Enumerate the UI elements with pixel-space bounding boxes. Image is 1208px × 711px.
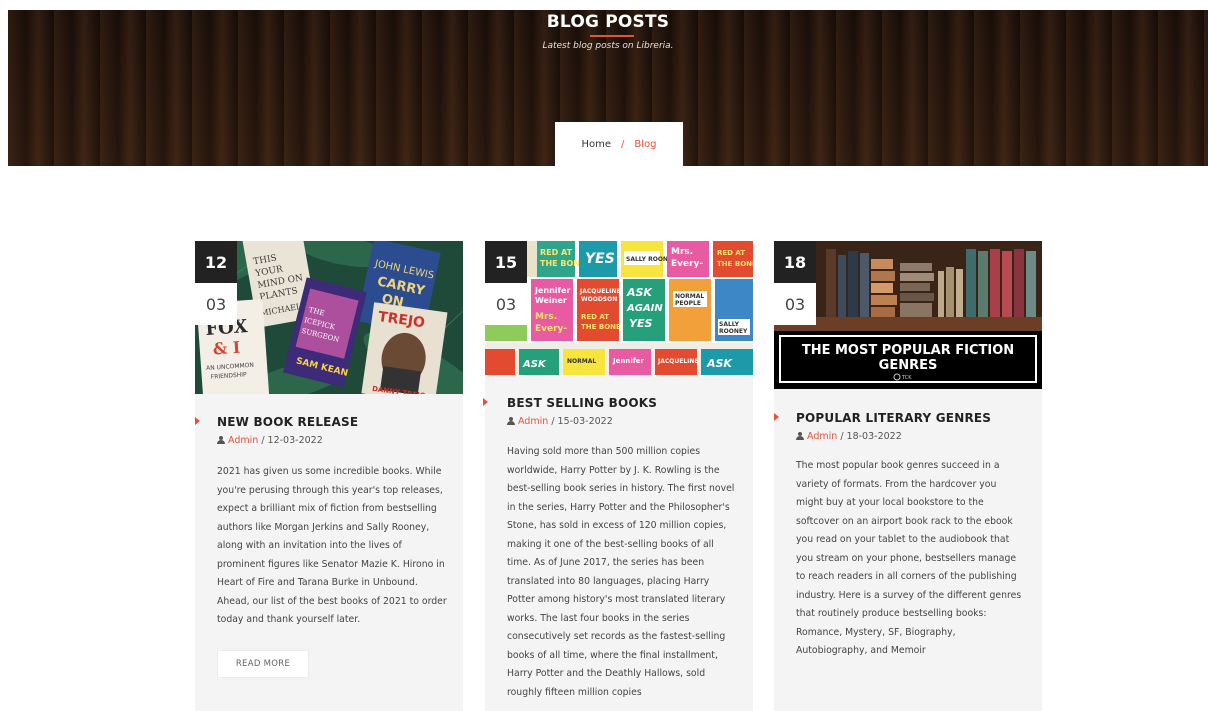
post-date: / 18-03-2022 [840, 431, 902, 442]
post-meta: Admin / 15-03-2022 [507, 416, 613, 427]
svg-text:YES: YES [629, 317, 652, 330]
post-excerpt: The most popular book genres succeed in … [796, 460, 1022, 656]
post-meta: Admin / 12-03-2022 [217, 435, 323, 446]
post-date-day: 15 [485, 241, 527, 283]
title-arrow-icon [774, 413, 779, 421]
post-title[interactable]: POPULAR LITERARY GENRES [796, 411, 991, 425]
svg-text:PEOPLE: PEOPLE [675, 300, 701, 307]
breadcrumb: Home / Blog [555, 122, 683, 166]
post-excerpt: Having sold more than 500 million copies… [507, 446, 735, 698]
image-brand-text: TCK [901, 375, 912, 381]
svg-text:Mrs.: Mrs. [671, 247, 693, 257]
svg-text:THE BONE: THE BONE [540, 259, 585, 268]
blog-card: THIS YOUR MIND ON PLANTS MICHAEL JOHN LE… [195, 241, 463, 711]
svg-text:Every-: Every- [671, 259, 703, 269]
post-image[interactable]: RED AT THE BONE YES SALLY ROONEY Mrs. Ev… [485, 241, 753, 375]
post-date-day: 18 [774, 241, 816, 283]
blog-card: THE MOST POPULAR FICTION GENRES TCK 18 0… [774, 241, 1042, 711]
user-icon [507, 417, 515, 425]
svg-text:NORMAL: NORMAL [567, 358, 596, 365]
svg-text:ASK: ASK [522, 359, 547, 370]
title-arrow-icon [483, 398, 488, 406]
post-image[interactable]: THIS YOUR MIND ON PLANTS MICHAEL JOHN LE… [195, 241, 463, 394]
svg-text:& I: & I [212, 338, 241, 359]
svg-text:SALLY: SALLY [719, 321, 740, 328]
svg-text:RED AT: RED AT [717, 249, 745, 257]
svg-text:THE BONE: THE BONE [581, 323, 621, 331]
post-author-link[interactable]: Admin [807, 431, 837, 442]
svg-text:THE BONE: THE BONE [717, 260, 753, 268]
page-title: BLOG POSTS [546, 12, 670, 32]
svg-text:Jennifer: Jennifer [612, 357, 645, 365]
svg-text:ASK: ASK [626, 286, 653, 299]
blog-card: RED AT THE BONE YES SALLY ROONEY Mrs. Ev… [483, 241, 753, 711]
svg-text:RED AT: RED AT [581, 313, 609, 321]
svg-text:NORMAL: NORMAL [675, 293, 704, 300]
post-excerpt: 2021 has given us some incredible books.… [217, 466, 447, 625]
svg-text:YES: YES [585, 251, 615, 267]
post-image[interactable]: THE MOST POPULAR FICTION GENRES TCK 18 0… [774, 241, 1042, 389]
svg-text:JACQUELINE: JACQUELINE [657, 358, 699, 365]
post-author-link[interactable]: Admin [518, 416, 548, 427]
svg-text:AGAIN: AGAIN [626, 303, 663, 314]
svg-text:JACQUELINE: JACQUELINE [579, 288, 621, 295]
post-title[interactable]: NEW BOOK RELEASE [217, 415, 358, 429]
post-date: / 12-03-2022 [261, 435, 323, 446]
post-meta: Admin / 18-03-2022 [796, 431, 902, 442]
breadcrumb-separator: / [621, 138, 625, 150]
svg-text:Every-: Every- [535, 324, 567, 334]
post-date-month: 03 [485, 283, 527, 325]
post-date-month: 03 [195, 283, 237, 325]
svg-text:Jennifer: Jennifer [534, 286, 570, 295]
svg-text:ASK: ASK [706, 357, 733, 370]
breadcrumb-current: Blog [634, 138, 657, 150]
post-date-day: 12 [195, 241, 237, 283]
user-icon [796, 432, 804, 440]
page-subtitle: Latest blog posts on Libreria. [542, 41, 674, 51]
title-underline [590, 35, 634, 37]
svg-text:ROONEY: ROONEY [719, 328, 748, 335]
hero-banner: BLOG POSTS Latest blog posts on Libreria… [8, 10, 1208, 166]
svg-text:Mrs.: Mrs. [535, 312, 557, 322]
svg-text:RED AT: RED AT [540, 248, 573, 257]
post-title[interactable]: BEST SELLING BOOKS [507, 396, 657, 410]
read-more-button[interactable]: READ MORE [217, 650, 309, 678]
image-caption-line1: THE MOST POPULAR FICTION [802, 343, 1014, 358]
svg-text:Weiner: Weiner [535, 296, 567, 305]
post-date: / 15-03-2022 [551, 416, 613, 427]
post-author-link[interactable]: Admin [228, 435, 258, 446]
user-icon [217, 436, 225, 444]
breadcrumb-home-link[interactable]: Home [581, 139, 611, 150]
title-arrow-icon [195, 417, 200, 425]
image-caption-line2: GENRES [879, 358, 938, 373]
post-date-month: 03 [774, 283, 816, 325]
svg-text:WOODSON: WOODSON [581, 296, 617, 303]
